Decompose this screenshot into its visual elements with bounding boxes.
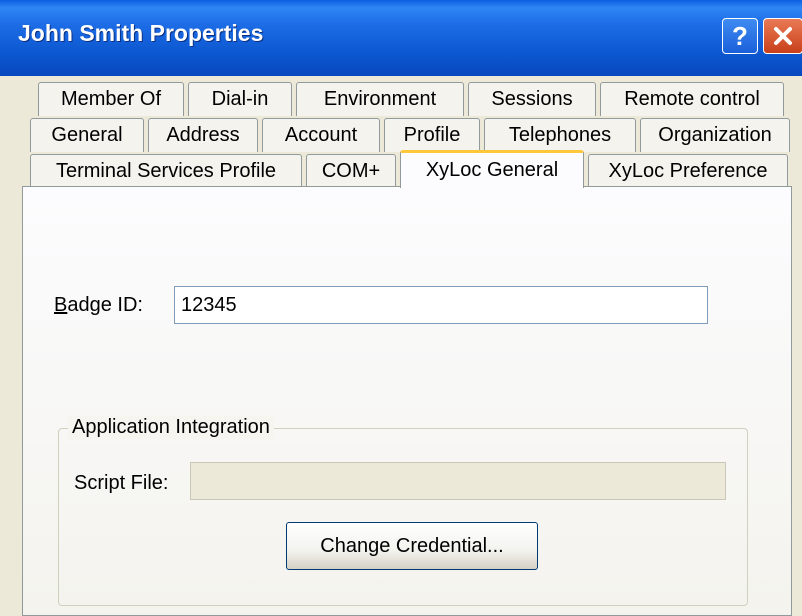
tab-environment[interactable]: Environment (296, 82, 464, 116)
application-integration-title: Application Integration (68, 416, 274, 439)
tab-xyloc-preference[interactable]: XyLoc Preference (588, 154, 788, 188)
window-title: John Smith Properties (18, 20, 264, 46)
tab-dial-in[interactable]: Dial-in (188, 82, 292, 116)
script-file-label: Script File: (74, 472, 169, 494)
tab-com-plus[interactable]: COM+ (306, 154, 396, 188)
application-integration-group (58, 428, 748, 606)
close-icon (774, 27, 792, 45)
script-file-field[interactable] (190, 462, 726, 500)
badge-id-mnemonic: B (54, 294, 68, 316)
badge-id-label: Badge ID: (54, 294, 143, 317)
tab-member-of[interactable]: Member Of (38, 82, 184, 116)
title-bar[interactable]: John Smith Properties ? (0, 0, 802, 76)
badge-id-label-text: adge ID: (67, 294, 143, 316)
close-button[interactable] (763, 18, 802, 54)
tab-account[interactable]: Account (262, 118, 380, 152)
help-button[interactable]: ? (722, 18, 758, 54)
tab-address[interactable]: Address (148, 118, 258, 152)
help-icon: ? (732, 21, 748, 51)
tab-sessions[interactable]: Sessions (468, 82, 596, 116)
tab-organization[interactable]: Organization (640, 118, 790, 152)
tab-telephones[interactable]: Telephones (484, 118, 636, 152)
tab-remote-control[interactable]: Remote control (600, 82, 784, 116)
tab-terminal-services-profile[interactable]: Terminal Services Profile (30, 154, 302, 188)
tab-general[interactable]: General (30, 118, 144, 152)
tab-profile[interactable]: Profile (384, 118, 480, 152)
tab-xyloc-general[interactable]: XyLoc General (400, 150, 584, 188)
badge-id-value: 12345 (181, 293, 237, 316)
change-credential-button[interactable]: Change Credential... (286, 522, 538, 570)
badge-id-field[interactable]: 12345 (174, 286, 708, 324)
